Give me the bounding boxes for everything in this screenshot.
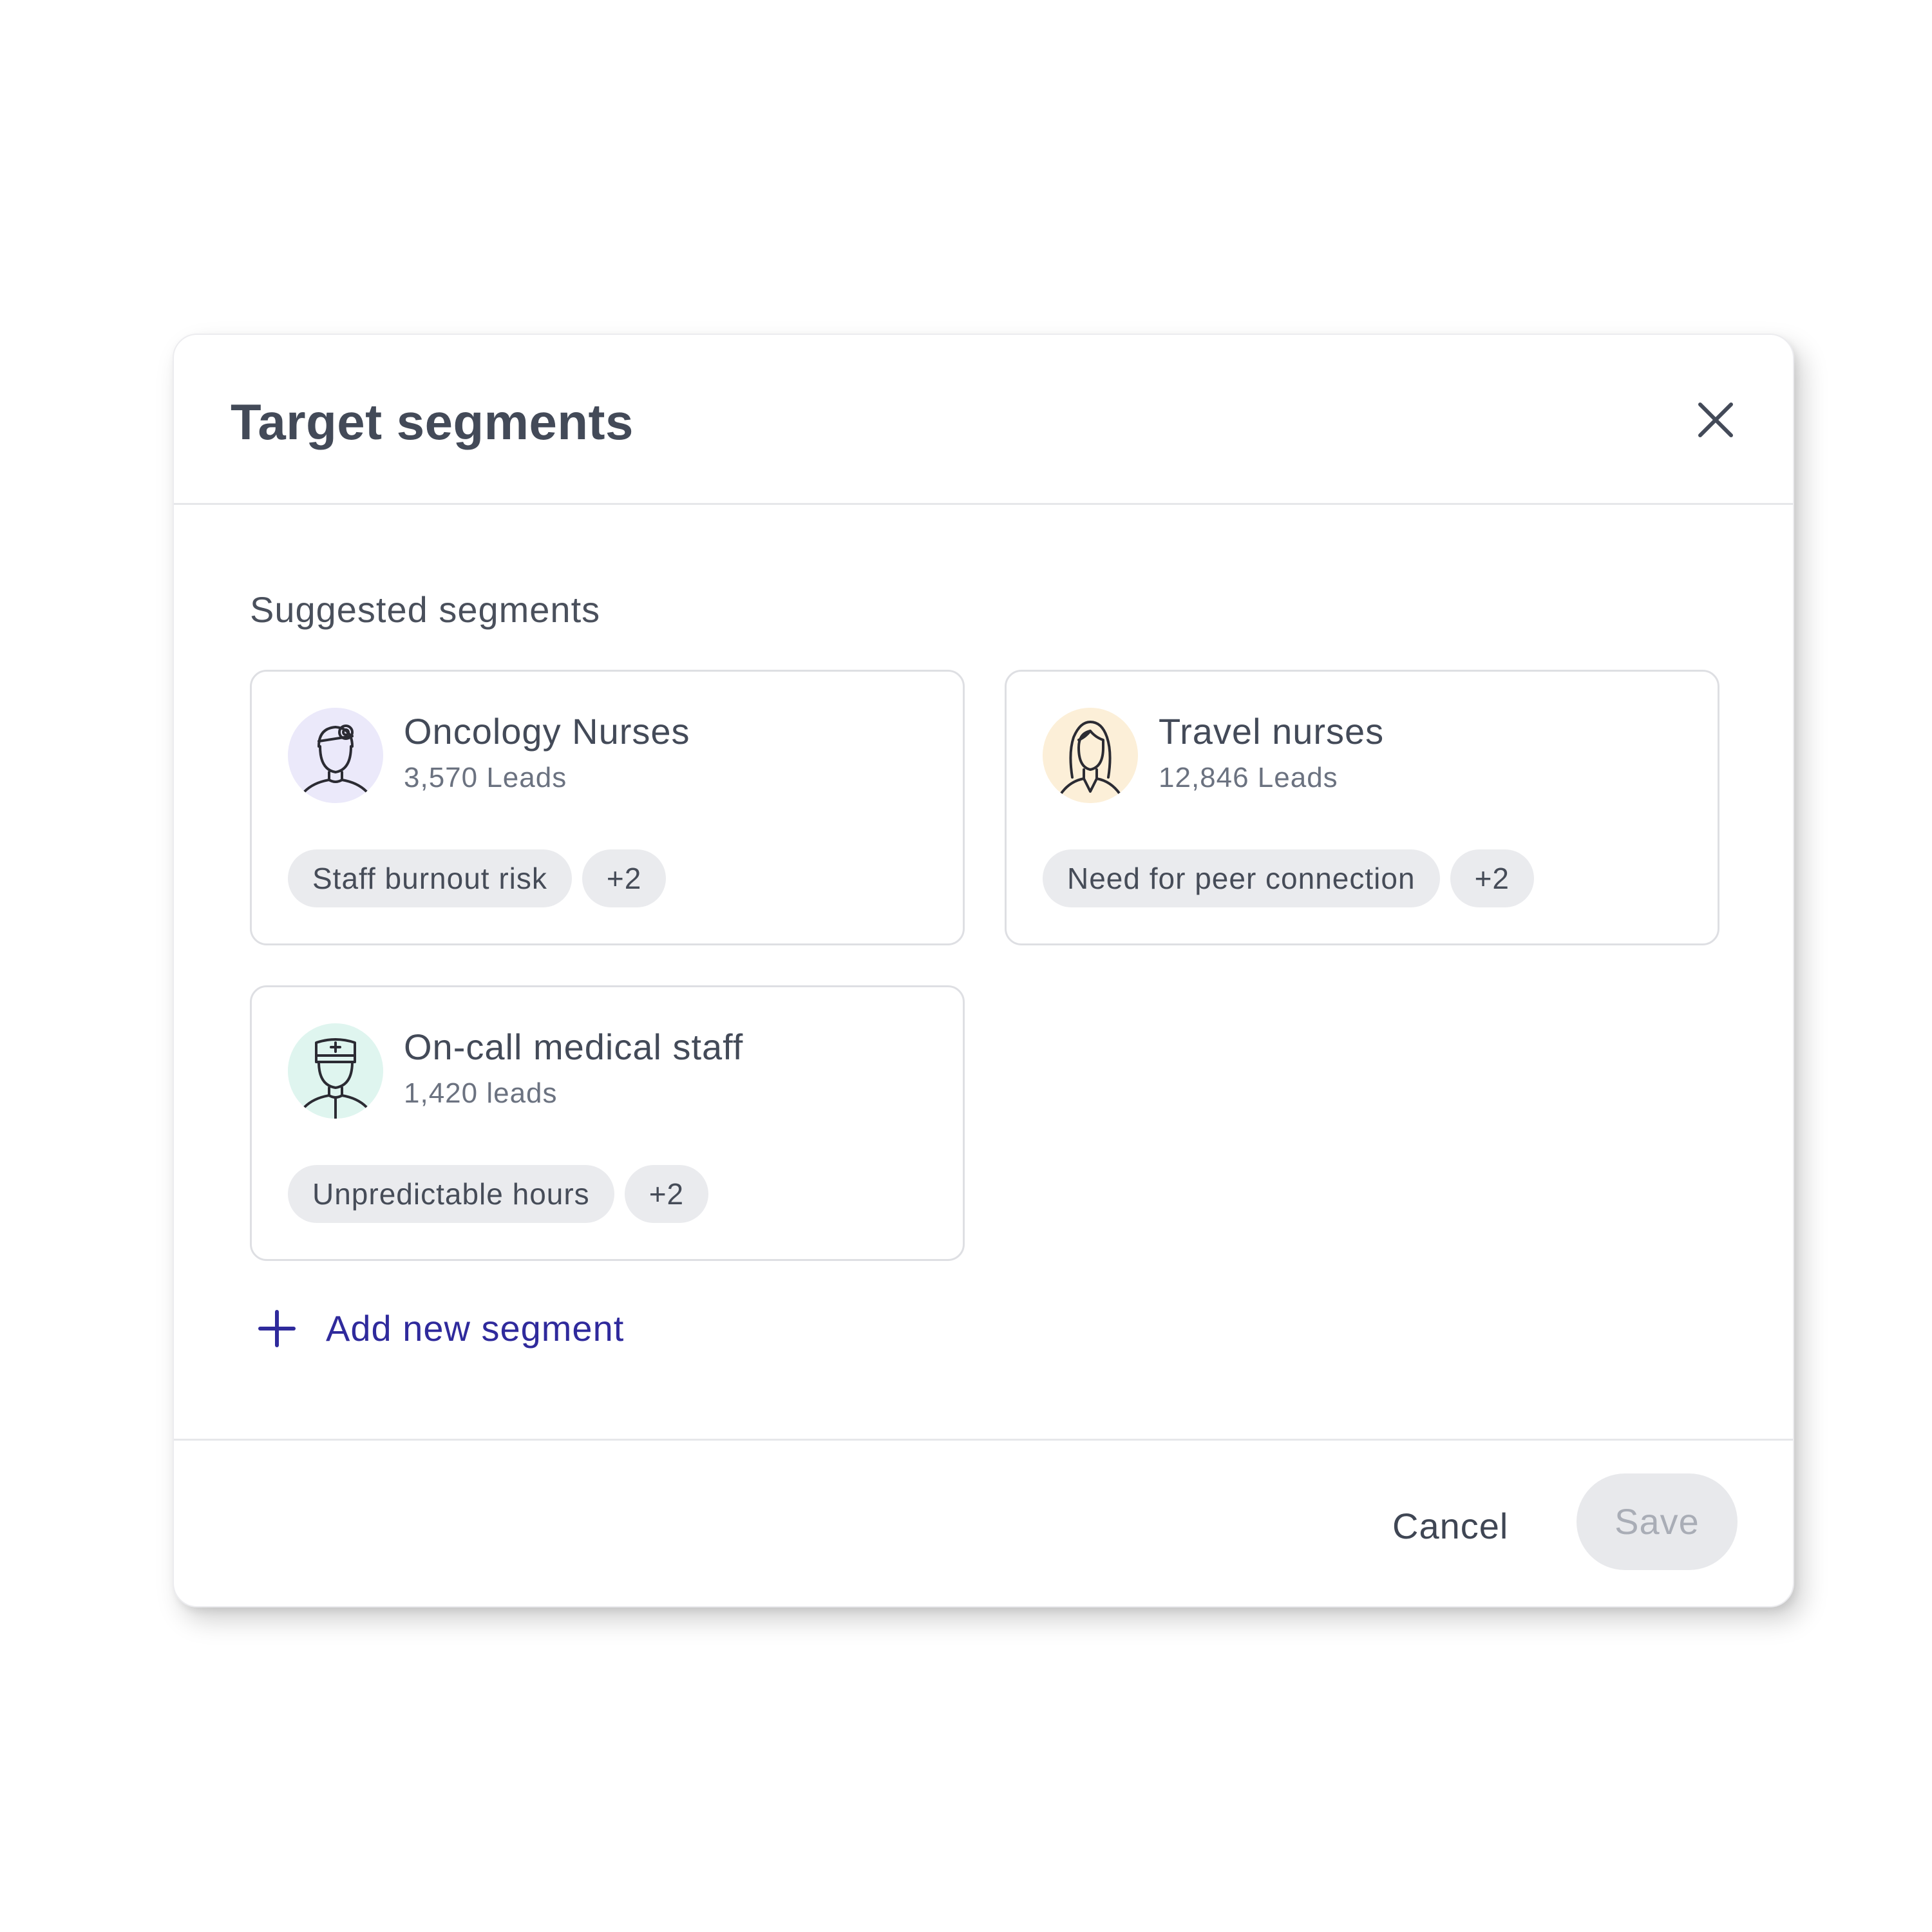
close-button[interactable] [1696,401,1735,439]
tag-chip: Unpredictable hours [288,1165,614,1223]
more-tags-chip[interactable]: +2 [624,1165,709,1223]
close-icon [1698,402,1733,437]
tag-chip: Staff burnout risk [288,849,572,907]
save-button[interactable]: Save [1577,1473,1738,1570]
add-new-segment-label: Add new segment [326,1308,625,1349]
segment-leads: 1,420 leads [404,1077,558,1109]
avatar [288,708,383,803]
doctor-head-mirror-icon [288,708,383,803]
target-segments-modal: Target segments Suggested segments Oncol… [173,334,1794,1607]
cancel-button[interactable]: Cancel [1392,1494,1508,1558]
modal-header: Target segments [174,335,1793,505]
footer-divider [174,1439,1793,1441]
segment-name: Oncology Nurses [404,711,690,752]
segment-tags: Need for peer connection +2 [1043,849,1535,907]
segment-leads: 3,570 Leads [404,762,567,793]
tag-chip: Need for peer connection [1043,849,1440,907]
more-tags-chip[interactable]: +2 [582,849,667,907]
more-tags-chip[interactable]: +2 [1450,849,1535,907]
segment-card-travel-nurses[interactable]: Travel nurses 12,846 Leads Need for peer… [1005,670,1719,945]
add-new-segment-button[interactable]: Add new segment [258,1307,624,1349]
segment-card-oncology-nurses[interactable]: Oncology Nurses 3,570 Leads Staff burnou… [250,670,965,945]
plus-icon [258,1309,296,1347]
segment-card-on-call-medical-staff[interactable]: On-call medical staff 1,420 leads Unpred… [250,985,965,1261]
avatar [288,1023,383,1119]
section-label: Suggested segments [250,589,601,630]
segment-tags: Staff burnout risk +2 [288,849,667,907]
segment-leads: 12,846 Leads [1159,762,1338,793]
segment-tags: Unpredictable hours +2 [288,1165,709,1223]
segment-name: Travel nurses [1159,711,1385,752]
segment-name: On-call medical staff [404,1027,744,1067]
modal-title: Target segments [231,393,634,450]
nurse-cap-icon [288,1023,383,1119]
avatar [1043,708,1138,803]
woman-icon [1043,708,1138,803]
